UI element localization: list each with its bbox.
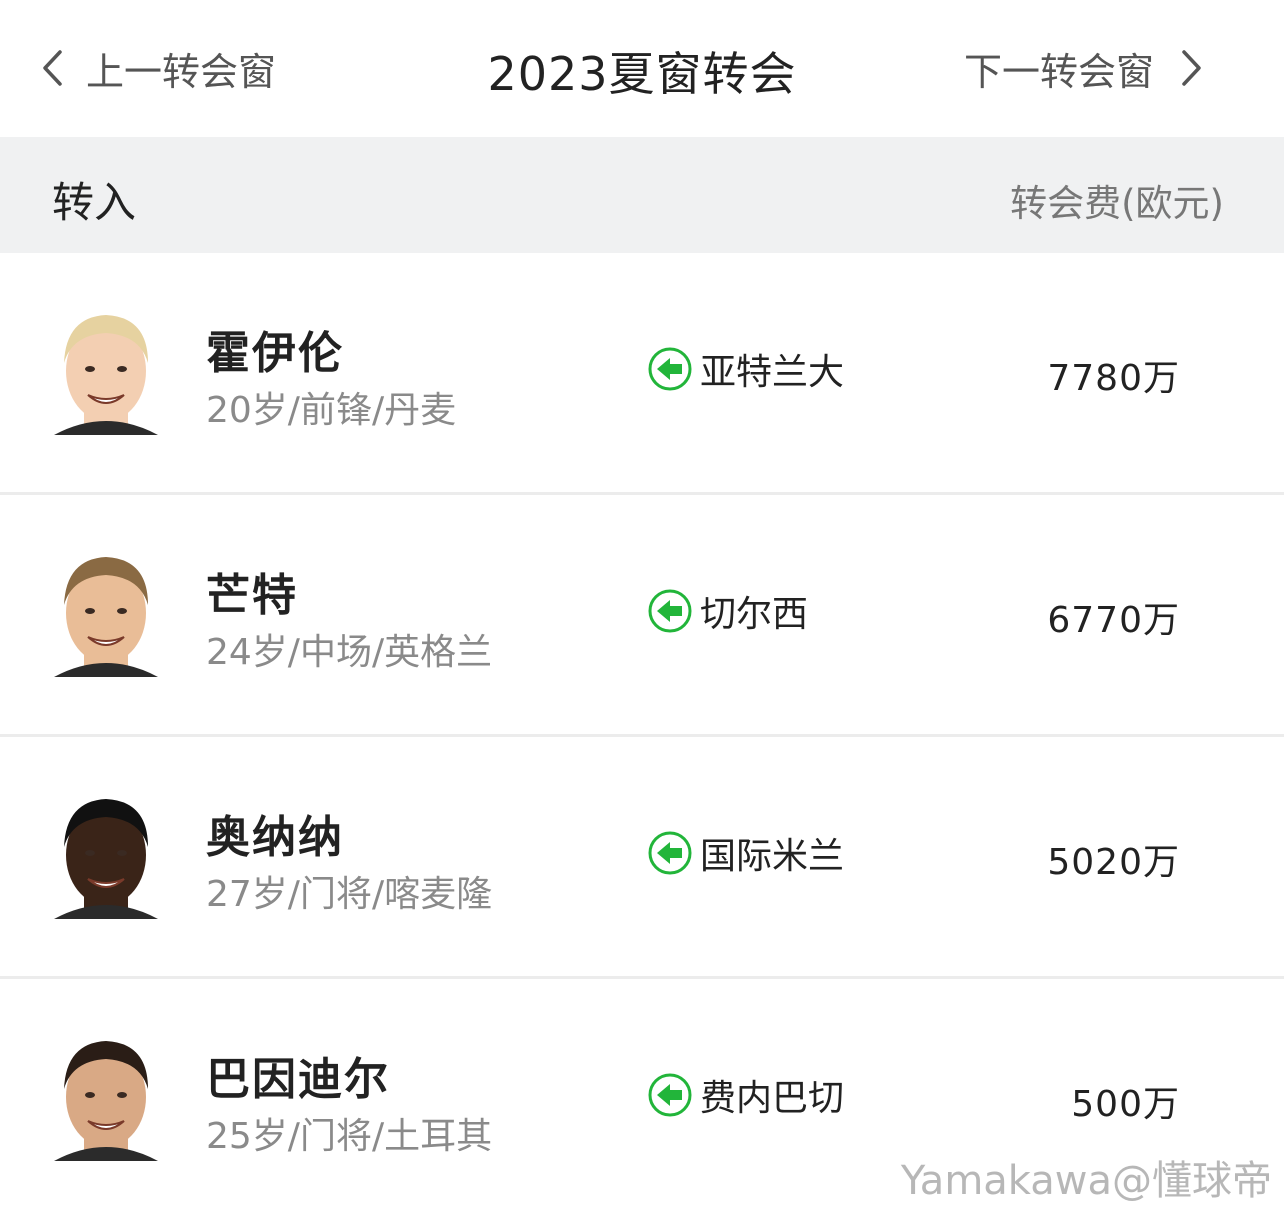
from-club: 切尔西 bbox=[648, 587, 808, 635]
player-meta: 25岁/门将/土耳其 bbox=[206, 1116, 493, 1157]
top-nav-bar: 上一转会窗 2023夏窗转会 下一转会窗 bbox=[0, 0, 1284, 136]
player-avatar bbox=[54, 791, 158, 919]
transfer-in-arrow-icon bbox=[648, 589, 692, 633]
transfer-fee: 7780万 bbox=[1047, 358, 1180, 399]
player-meta: 27岁/门将/喀麦隆 bbox=[206, 874, 493, 915]
next-window-label: 下一转会窗 bbox=[963, 49, 1154, 94]
transfer-in-arrow-icon bbox=[648, 831, 692, 875]
player-name: 霍伊伦 bbox=[206, 328, 344, 379]
from-club-name: 费内巴切 bbox=[700, 1078, 845, 1119]
transfer-row[interactable]: 奥纳纳 27岁/门将/喀麦隆 国际米兰 5020万 bbox=[0, 737, 1284, 979]
from-club-name: 切尔西 bbox=[700, 594, 809, 635]
player-name: 奥纳纳 bbox=[206, 812, 344, 863]
from-club: 亚特兰大 bbox=[648, 345, 844, 393]
from-club: 国际米兰 bbox=[648, 829, 844, 877]
player-meta: 24岁/中场/英格兰 bbox=[206, 632, 493, 673]
transfer-row[interactable]: 芒特 24岁/中场/英格兰 切尔西 6770万 bbox=[0, 495, 1284, 737]
player-meta: 20岁/前锋/丹麦 bbox=[206, 390, 457, 431]
transfer-fee: 6770万 bbox=[1047, 600, 1180, 641]
transfer-fee: 500万 bbox=[1071, 1084, 1180, 1125]
player-avatar bbox=[54, 307, 158, 435]
transfer-fee: 5020万 bbox=[1047, 842, 1180, 883]
from-club-name: 国际米兰 bbox=[700, 836, 845, 877]
section-title: 转入 bbox=[52, 178, 137, 227]
player-avatar bbox=[54, 549, 158, 677]
watermark: Yamakawa@懂球帝 bbox=[900, 1158, 1272, 1204]
from-club: 费内巴切 bbox=[648, 1071, 844, 1119]
player-name: 巴因迪尔 bbox=[206, 1054, 390, 1105]
fee-column-header: 转会费(欧元) bbox=[1010, 182, 1224, 225]
transfer-in-arrow-icon bbox=[648, 347, 692, 391]
chevron-right-icon bbox=[1182, 50, 1201, 86]
player-avatar bbox=[54, 1033, 158, 1161]
section-header: 转入 转会费(欧元) bbox=[0, 137, 1284, 253]
player-name: 芒特 bbox=[206, 570, 298, 621]
transfer-in-arrow-icon bbox=[648, 1073, 692, 1117]
next-window-button[interactable]: 下一转会窗 bbox=[964, 40, 1204, 96]
from-club-name: 亚特兰大 bbox=[700, 352, 845, 393]
transfer-row[interactable]: 霍伊伦 20岁/前锋/丹麦 亚特兰大 7780万 bbox=[0, 253, 1284, 495]
